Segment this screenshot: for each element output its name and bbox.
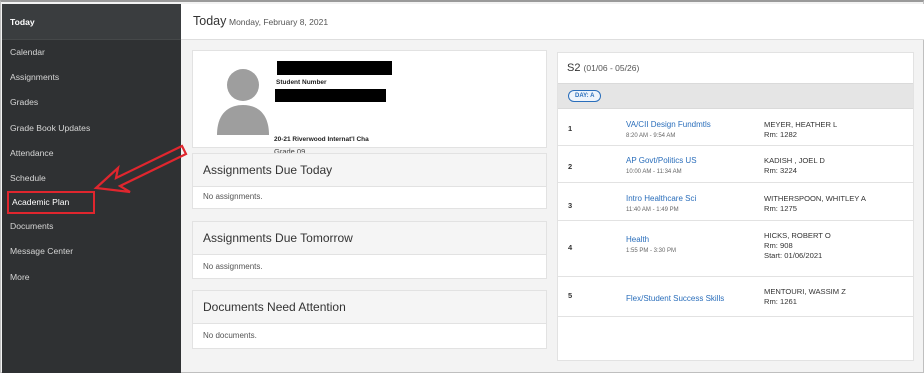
schedule-row: 5 Flex/Student Success Skills MENTOURI, … — [558, 277, 913, 317]
start-date: Start: 01/06/2021 — [764, 251, 823, 260]
teacher-name: MEYER, HEATHER L — [764, 120, 838, 129]
course-link[interactable]: Intro Healthcare Sci — [626, 194, 696, 203]
period-time: 11:40 AM - 1:49 PM — [626, 207, 679, 213]
course-link[interactable]: Health — [626, 235, 649, 244]
sidebar-item-documents[interactable]: Documents — [2, 214, 181, 239]
teacher-info: KADISH , JOEL D Rm: 3224 — [764, 156, 825, 176]
student-number-label: Student Number — [276, 79, 327, 86]
course-link[interactable]: AP Govt/Politics US — [626, 156, 697, 165]
course-link[interactable]: Flex/Student Success Skills — [626, 294, 724, 303]
student-card: Student Number — [192, 50, 547, 148]
teacher-name: KADISH , JOEL D — [764, 156, 825, 165]
annotation-arrow-icon — [93, 144, 188, 194]
room-number: Rm: 3224 — [764, 166, 797, 175]
schedule-range: (01/06 - 05/26) — [583, 63, 640, 73]
day-bar: DAY: A — [558, 83, 913, 109]
sidebar-item-message-center[interactable]: Message Center — [2, 239, 181, 264]
period-number: 1 — [568, 124, 573, 133]
schedule-row: 4 Health 1:55 PM - 3:30 PM HICKS, ROBERT… — [558, 221, 913, 277]
assignments-due-tomorrow-empty: No assignments. — [203, 262, 263, 271]
teacher-name: HICKS, ROBERT O — [764, 231, 831, 240]
period-number: 2 — [568, 162, 573, 171]
room-number: Rm: 1275 — [764, 204, 797, 213]
assignments-due-today-title: Assignments Due Today — [193, 154, 546, 187]
assignments-due-today-empty: No assignments. — [203, 192, 263, 201]
page-date: Monday, February 8, 2021 — [229, 17, 329, 27]
schedule-row: 2 AP Govt/Politics US 10:00 AM - 11:34 A… — [558, 146, 913, 183]
assignments-due-today-card: Assignments Due Today No assignments. — [192, 153, 547, 209]
schedule-card: S2 (01/06 - 05/26) DAY: A 1 VA/CII Desig… — [557, 52, 914, 361]
page-header: Today Monday, February 8, 2021 — [181, 4, 924, 40]
room-number: Rm: 908 — [764, 241, 793, 250]
redacted-name — [277, 61, 392, 75]
person-silhouette-icon — [217, 69, 269, 135]
period-number: 4 — [568, 243, 573, 252]
sidebar-item-grades[interactable]: Grades — [2, 90, 181, 115]
teacher-name: MENTOURI, WASSIM Z — [764, 287, 846, 296]
page-title: Today — [193, 14, 227, 28]
course-link[interactable]: VA/CII Design Fundmtls — [626, 120, 711, 129]
sidebar-item-more[interactable]: More — [2, 265, 181, 290]
assignments-due-tomorrow-card: Assignments Due Tomorrow No assignments. — [192, 221, 547, 279]
teacher-info: HICKS, ROBERT O Rm: 908 Start: 01/06/202… — [764, 231, 831, 261]
school-name: 20-21 Riverwood Internat'l Cha — [274, 136, 369, 143]
sidebar-item-academic-plan[interactable]: Academic Plan — [7, 191, 95, 215]
sidebar-item-grade-book-updates[interactable]: Grade Book Updates — [2, 116, 181, 141]
period-number: 5 — [568, 291, 573, 300]
documents-attention-card: Documents Need Attention No documents. — [192, 290, 547, 349]
teacher-info: WITHERSPOON, WHITLEY A Rm: 1275 — [764, 194, 866, 214]
assignments-due-tomorrow-title: Assignments Due Tomorrow — [193, 222, 546, 255]
schedule-title: S2 (01/06 - 05/26) — [567, 62, 639, 74]
documents-attention-empty: No documents. — [203, 331, 257, 340]
documents-attention-title: Documents Need Attention — [193, 291, 546, 324]
period-time: 10:00 AM - 11:34 AM — [626, 169, 682, 175]
schedule-row: 3 Intro Healthcare Sci 11:40 AM - 1:49 P… — [558, 183, 913, 221]
redacted-student-number — [275, 89, 386, 102]
sidebar-item-today[interactable]: Today — [2, 4, 181, 40]
teacher-info: MEYER, HEATHER L Rm: 1282 — [764, 120, 837, 140]
sidebar-item-calendar[interactable]: Calendar — [2, 40, 181, 65]
room-number: Rm: 1282 — [764, 130, 797, 139]
teacher-name: WITHERSPOON, WHITLEY A — [764, 194, 866, 203]
day-badge: DAY: A — [568, 90, 602, 102]
schedule-term: S2 — [567, 62, 581, 74]
period-number: 3 — [568, 201, 573, 210]
sidebar-item-assignments[interactable]: Assignments — [2, 65, 181, 90]
period-time: 8:20 AM - 9:54 AM — [626, 133, 676, 139]
schedule-row: 1 VA/CII Design Fundmtls 8:20 AM - 9:54 … — [558, 110, 913, 146]
teacher-info: MENTOURI, WASSIM Z Rm: 1261 — [764, 287, 846, 307]
room-number: Rm: 1261 — [764, 297, 797, 306]
period-time: 1:55 PM - 3:30 PM — [626, 248, 677, 254]
